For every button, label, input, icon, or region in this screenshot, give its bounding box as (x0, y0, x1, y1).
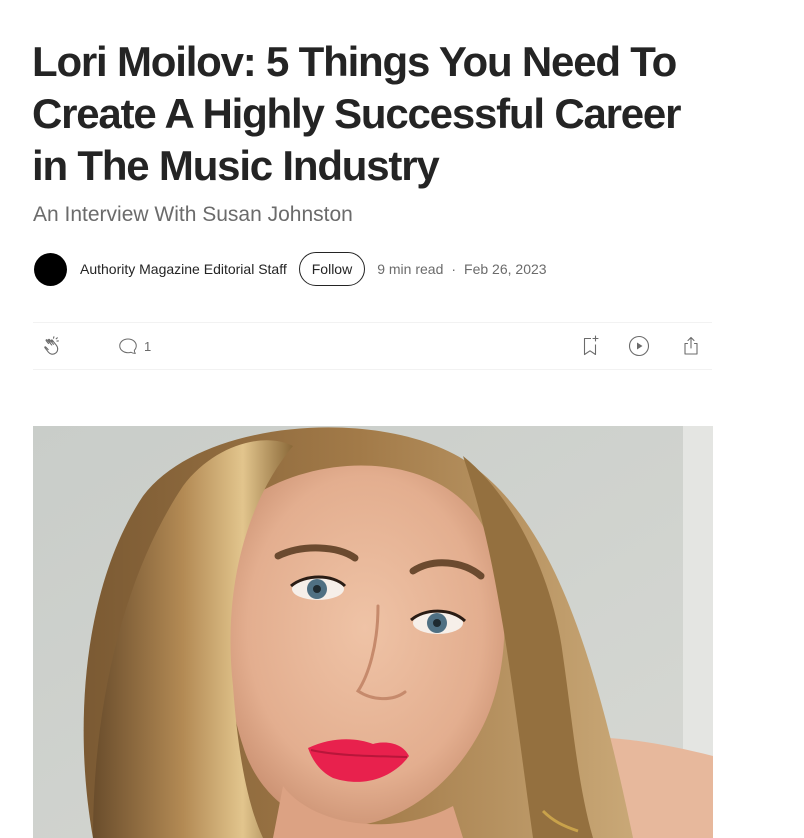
author-name[interactable]: Authority Magazine Editorial Staff (80, 261, 287, 277)
listen-button[interactable] (627, 323, 651, 369)
hero-image (33, 426, 713, 838)
read-time: 9 min read (377, 261, 444, 277)
share-icon (684, 336, 698, 355)
play-circle-icon (628, 335, 650, 357)
clap-icon (44, 336, 59, 355)
speech-bubble-icon (119, 338, 137, 354)
meta-separator: · (451, 261, 457, 277)
share-button[interactable] (679, 323, 703, 369)
publish-date: Feb 26, 2023 (464, 261, 547, 277)
save-button[interactable] (578, 323, 602, 369)
article-title: Lori Moilov: 5 Things You Need To Create… (32, 38, 681, 189)
clap-button[interactable] (41, 323, 65, 369)
article-subtitle: An Interview With Susan Johnston (33, 203, 353, 226)
follow-button[interactable]: Follow (298, 252, 366, 286)
byline: Authority Magazine Editorial Staff Follo… (34, 252, 547, 286)
author-avatar[interactable] (34, 252, 67, 286)
action-bar: 1 (33, 322, 712, 370)
response-count: 1 (144, 338, 152, 354)
bookmark-add-icon (583, 335, 599, 356)
responses-button[interactable]: 1 (117, 323, 151, 369)
portrait-photo (33, 426, 713, 838)
